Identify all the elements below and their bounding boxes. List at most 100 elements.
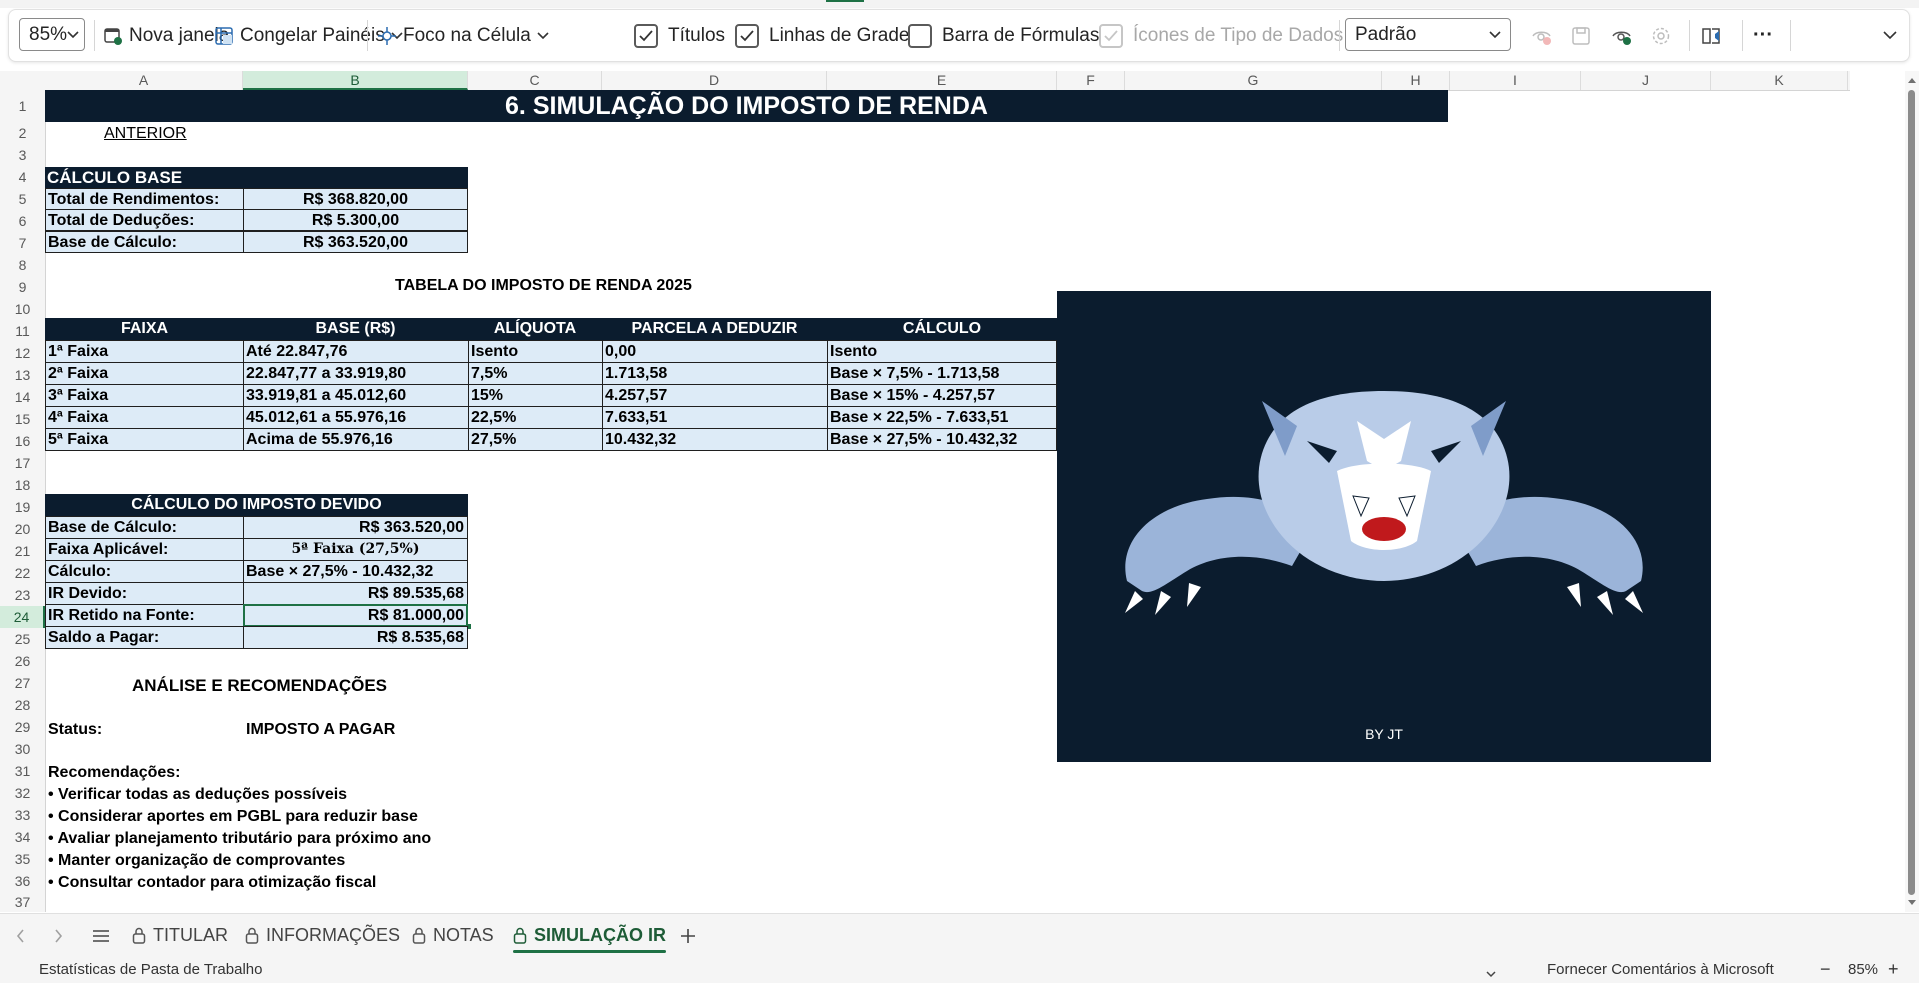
row-header[interactable]: 17 [0,452,45,474]
due-label[interactable]: Cálculo: [45,560,244,583]
tax-table-cell[interactable]: Base × 15% - 4.257,57 [827,384,1057,407]
column-header-e[interactable]: E [827,71,1057,90]
row-header[interactable]: 27 [0,672,45,694]
tax-table-cell[interactable]: 2ª Faixa [45,362,244,385]
tax-table-cell[interactable]: 22,5% [468,406,603,429]
row-header[interactable]: 26 [0,650,45,672]
zoom-out-button[interactable]: − [1820,956,1831,983]
tax-table-cell[interactable]: 15% [468,384,603,407]
row-header[interactable]: 5 [0,188,45,210]
row-header[interactable]: 9 [0,276,45,298]
sheet-view-dropdown[interactable]: Padrão [1345,18,1511,51]
tax-table-cell[interactable]: Acima de 55.976,16 [243,428,469,451]
tax-table-header[interactable]: BASE (R$) [243,318,468,340]
new-window-button[interactable]: Nova janela [103,10,229,61]
immersive-reader-button[interactable] [1701,10,1723,61]
all-sheets-button[interactable] [92,914,110,957]
due-header[interactable]: CÁLCULO DO IMPOSTO DEVIDO [45,494,468,516]
zoom-in-button[interactable]: + [1888,956,1899,983]
tax-table-cell[interactable]: 7,5% [468,362,603,385]
column-header-h[interactable]: H [1382,71,1450,90]
tab-informacoes[interactable]: INFORMAÇÕES [245,914,400,957]
status-value[interactable]: IMPOSTO A PAGAR [246,719,395,741]
row-header[interactable]: 10 [0,298,45,320]
row-header[interactable]: 23 [0,584,45,606]
recommendation-item[interactable]: • Avaliar planejamento tributário para p… [48,828,431,850]
row-header[interactable]: 14 [0,386,45,408]
tax-table-cell[interactable]: 1.713,58 [602,362,828,385]
exit-view-button[interactable] [1531,10,1553,61]
base-label[interactable]: Total de Deduções: [45,209,244,231]
column-header-i[interactable]: I [1450,71,1581,90]
row-header[interactable]: 7 [0,232,45,254]
tax-table-header[interactable]: ALÍQUOTA [468,318,602,340]
base-label[interactable]: Total de Rendimentos: [45,188,244,210]
row-header[interactable]: 12 [0,342,45,364]
save-view-button[interactable] [1571,10,1591,61]
view-options-button[interactable] [1651,10,1671,61]
recommendation-item[interactable]: • Manter organização de comprovantes [48,850,345,872]
due-label[interactable]: IR Retido na Fonte: [45,604,244,627]
tax-table-title[interactable]: TABELA DO IMPOSTO DE RENDA 2025 [395,275,692,297]
recommendations-title[interactable]: Recomendações: [48,762,181,784]
tax-table-cell[interactable]: Até 22.847,76 [243,340,469,363]
status-expand-button[interactable] [1486,965,1496,982]
tax-table-cell[interactable]: Isento [468,340,603,363]
due-label[interactable]: Base de Cálculo: [45,516,244,539]
column-header-j[interactable]: J [1581,71,1711,90]
recommendation-item[interactable]: • Considerar aportes em PGBL para reduzi… [48,806,418,828]
row-header[interactable]: 11 [0,320,45,342]
tax-table-cell[interactable]: Base × 7,5% - 1.713,58 [827,362,1057,385]
more-options-button[interactable]: ··· [1753,10,1773,61]
add-sheet-button[interactable] [680,914,696,957]
due-value[interactable]: R$ 8.535,68 [243,626,468,649]
cell-focus-button[interactable]: Foco na Célula [377,10,549,61]
due-value-selected[interactable]: R$ 81.000,00 [243,604,468,627]
column-header-b[interactable]: B [243,71,468,90]
due-label[interactable]: Saldo a Pagar: [45,626,244,649]
tab-simulacao-ir[interactable]: SIMULAÇÃO IR [513,914,666,957]
row-header[interactable]: 22 [0,562,45,584]
row-header[interactable]: 13 [0,364,45,386]
base-value[interactable]: R$ 5.300,00 [243,209,468,231]
row-header[interactable]: 30 [0,738,45,760]
tax-table-cell[interactable]: 3ª Faixa [45,384,244,407]
recommendation-item[interactable]: • Verificar todas as deduções possíveis [48,784,347,806]
tax-table-cell[interactable]: Isento [827,340,1057,363]
tab-titular[interactable]: TITULAR [132,914,228,957]
tax-table-cell[interactable]: 7.633,51 [602,406,828,429]
due-value[interactable]: R$ 89.535,68 [243,582,468,605]
tax-table-cell[interactable]: Base × 27,5% - 10.432,32 [827,428,1057,451]
tax-table-cell[interactable]: 5ª Faixa [45,428,244,451]
formula-bar-checkbox[interactable]: Barra de Fórmulas [908,10,1099,61]
due-value[interactable]: Base × 27,5% - 10.432,32 [243,560,468,583]
headings-checkbox[interactable]: Títulos [634,10,725,61]
row-header[interactable]: 4 [0,166,45,188]
tax-table-header[interactable]: FAIXA [45,318,244,340]
row-header[interactable]: 2 [0,122,45,144]
status-label[interactable]: Status: [48,719,102,741]
sheet-title[interactable]: 6. SIMULAÇÃO DO IMPOSTO DE RENDA [45,90,1448,122]
tab-nav-prev[interactable] [16,914,25,957]
row-header[interactable]: 34 [0,826,45,848]
column-header-f[interactable]: F [1057,71,1125,90]
feedback-link[interactable]: Fornecer Comentários à Microsoft [1547,956,1774,983]
tax-table-cell[interactable]: 4ª Faixa [45,406,244,429]
row-header[interactable]: 28 [0,694,45,716]
tax-table-cell[interactable]: 0,00 [602,340,828,363]
due-label[interactable]: Faixa Aplicável: [45,538,244,561]
column-header-k[interactable]: K [1711,71,1848,90]
column-header-g[interactable]: G [1125,71,1382,90]
due-value[interactable]: 5ª Faixa (27,5%) [243,538,468,561]
row-header[interactable]: 1 [0,90,45,122]
ribbon-collapse-button[interactable] [1883,10,1897,61]
new-view-button[interactable] [1611,10,1633,61]
recommendation-item[interactable]: • Consultar contador para otimização fis… [48,872,376,894]
base-header[interactable]: CÁLCULO BASE [45,167,468,188]
analysis-title[interactable]: ANÁLISE E RECOMENDAÇÕES [132,675,387,697]
base-label[interactable]: Base de Cálculo: [45,231,244,253]
base-value[interactable]: R$ 363.520,00 [243,231,468,253]
row-header[interactable]: 29 [0,716,45,738]
tax-table-cell[interactable]: 22.847,77 a 33.919,80 [243,362,469,385]
column-header-c[interactable]: C [468,71,602,90]
